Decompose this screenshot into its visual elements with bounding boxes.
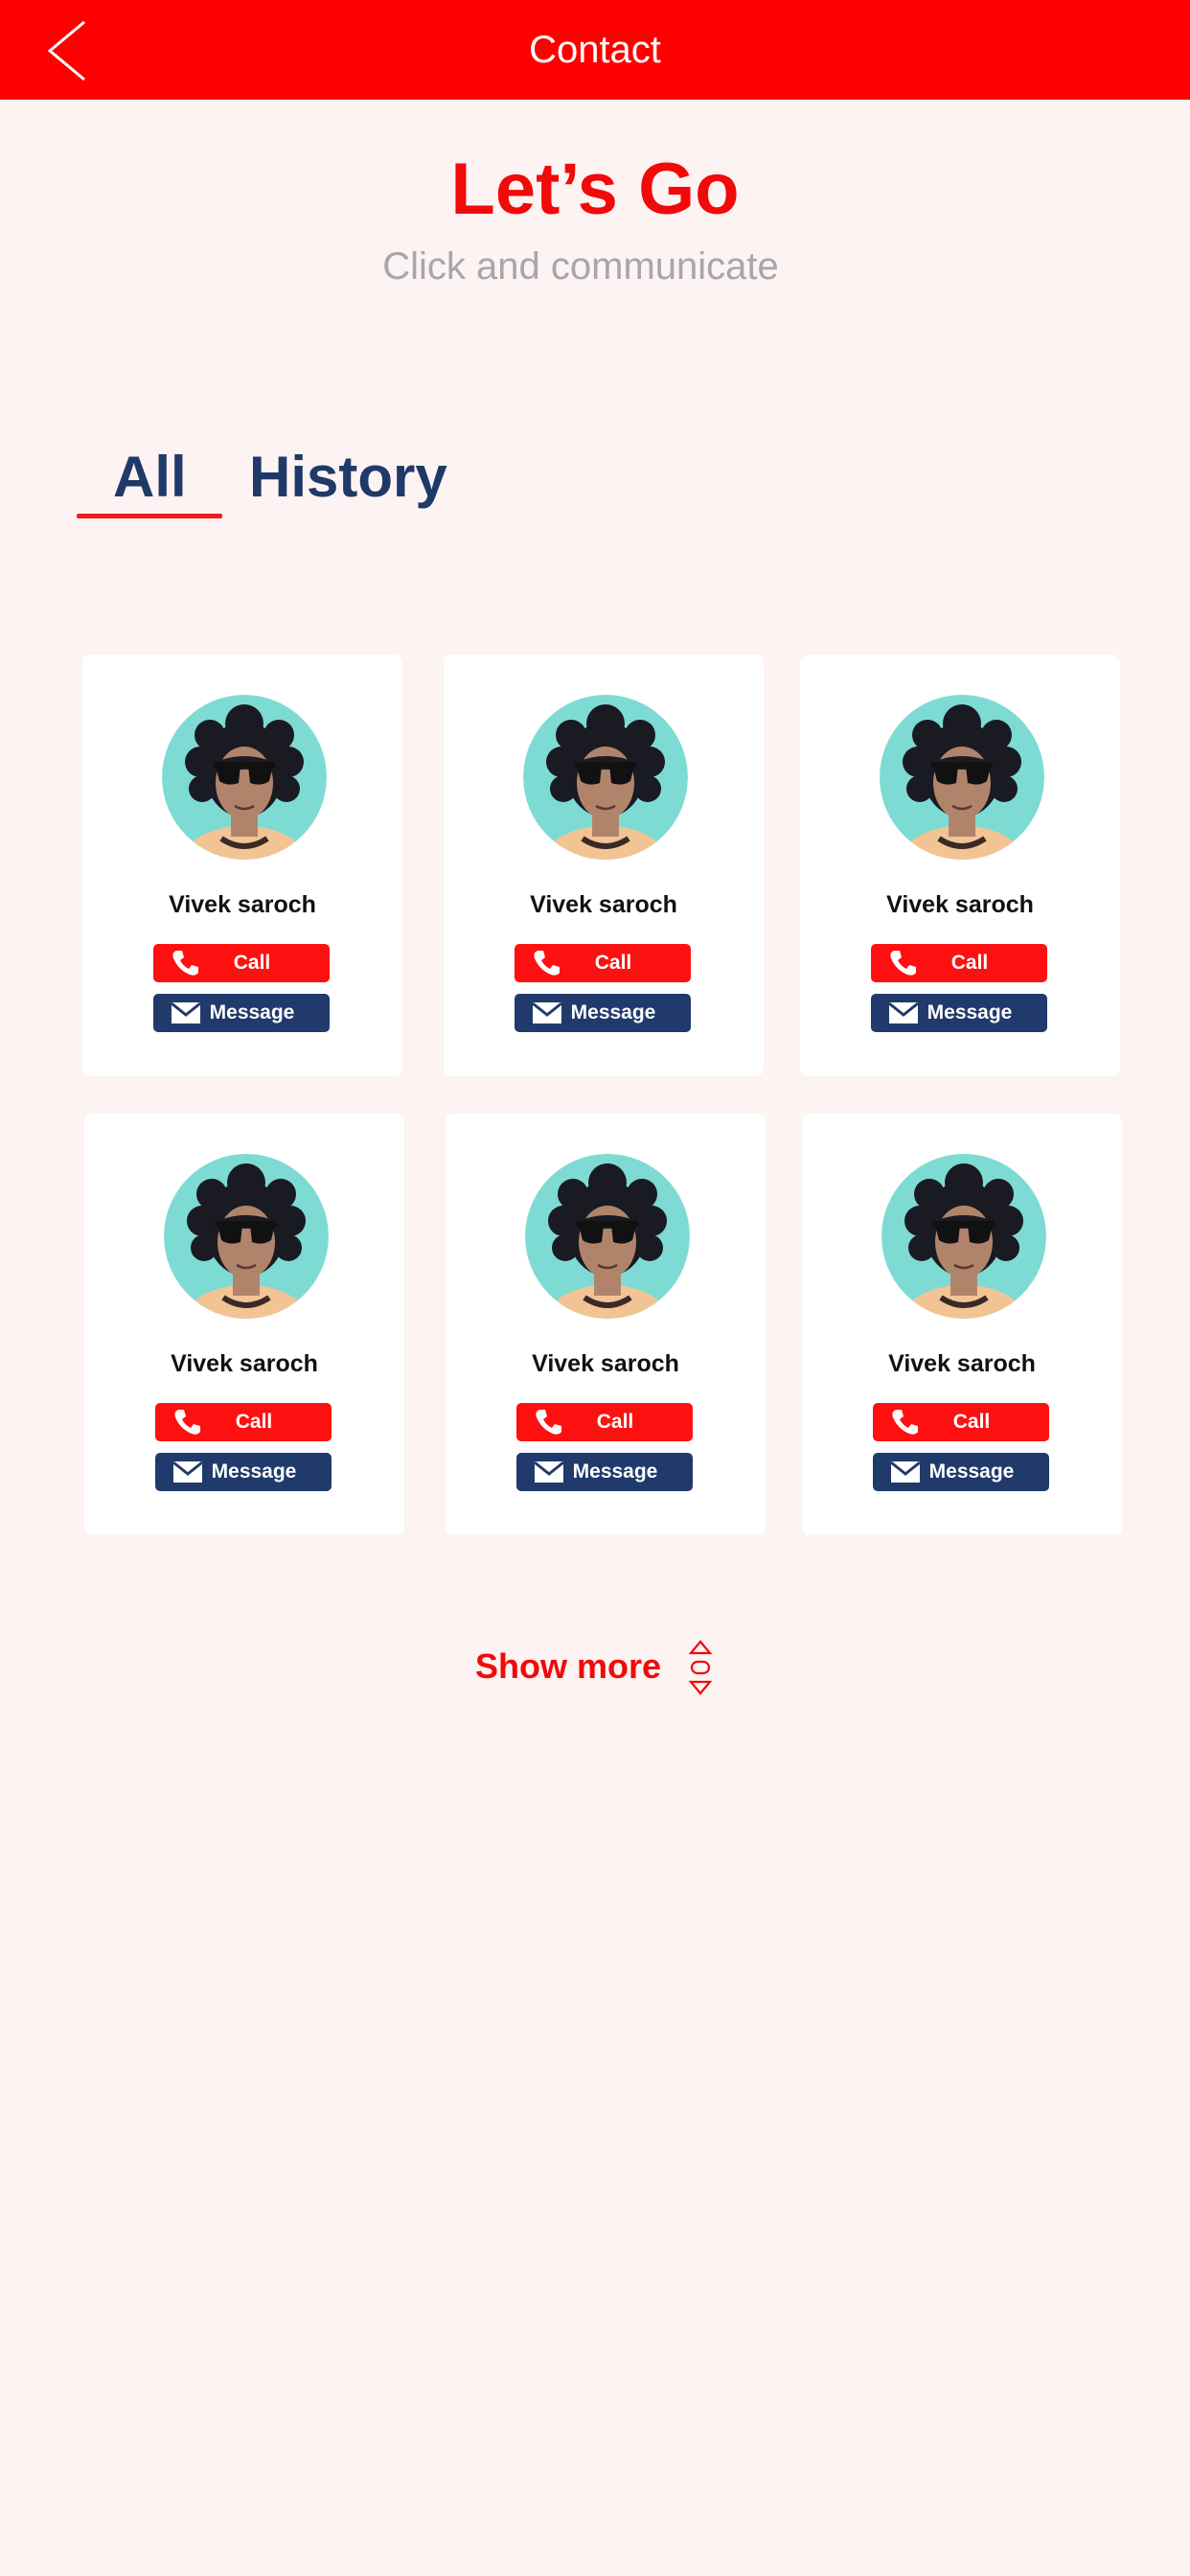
call-button-label: Call	[233, 952, 271, 974]
avatar	[880, 695, 1044, 860]
call-button[interactable]: Call	[871, 944, 1047, 982]
contact-name: Vivek saroch	[532, 1350, 679, 1377]
tab-all[interactable]: All	[113, 441, 187, 514]
message-button-label: Message	[928, 1460, 1015, 1483]
message-button-label: Message	[570, 1001, 656, 1024]
avatar	[881, 1154, 1046, 1319]
hero-title: Let’s Go	[450, 149, 740, 230]
message-button[interactable]: Message	[153, 994, 330, 1032]
contact-name: Vivek saroch	[888, 1350, 1036, 1377]
scroll-updown-icon[interactable]	[686, 1639, 715, 1698]
message-button-label: Message	[927, 1001, 1013, 1024]
contact-name: Vivek saroch	[530, 891, 677, 918]
hero-subtitle: Click and communicate	[382, 245, 779, 288]
tab-history[interactable]: History	[249, 441, 447, 514]
show-more-button[interactable]: Show more	[475, 1644, 661, 1689]
avatar	[525, 1154, 690, 1319]
call-button-label: Call	[950, 952, 989, 974]
avatar	[162, 695, 327, 860]
message-button-label: Message	[572, 1460, 658, 1483]
contact-name: Vivek saroch	[886, 891, 1034, 918]
avatar	[164, 1154, 329, 1319]
call-button[interactable]: Call	[153, 944, 330, 982]
avatar	[523, 695, 688, 860]
message-button-label: Message	[209, 1001, 295, 1024]
contact-card: Vivek saroch Call Message	[800, 655, 1120, 1076]
call-button-label: Call	[594, 952, 632, 974]
page-title: Contact	[529, 29, 661, 71]
contact-card: Vivek saroch Call Message	[84, 1114, 404, 1535]
active-tab-indicator	[77, 514, 222, 518]
call-button-label: Call	[596, 1411, 634, 1433]
contact-name: Vivek saroch	[169, 891, 316, 918]
contact-card: Vivek saroch Call Message	[444, 655, 764, 1076]
contact-name: Vivek saroch	[171, 1350, 318, 1377]
message-button-label: Message	[211, 1460, 297, 1483]
message-button[interactable]: Message	[515, 994, 691, 1032]
call-button[interactable]: Call	[155, 1403, 332, 1441]
call-button[interactable]: Call	[873, 1403, 1049, 1441]
message-button[interactable]: Message	[155, 1453, 332, 1491]
message-button[interactable]: Message	[516, 1453, 693, 1491]
contact-card: Vivek saroch Call Message	[446, 1114, 766, 1535]
top-app-bar: Contact	[0, 0, 1190, 100]
call-button[interactable]: Call	[516, 1403, 693, 1441]
call-button-label: Call	[235, 1411, 273, 1433]
contact-card: Vivek saroch Call Message	[802, 1114, 1122, 1535]
contact-card: Vivek saroch Call Message	[82, 655, 402, 1076]
message-button[interactable]: Message	[873, 1453, 1049, 1491]
message-button[interactable]: Message	[871, 994, 1047, 1032]
call-button-label: Call	[952, 1411, 991, 1433]
call-button[interactable]: Call	[515, 944, 691, 982]
